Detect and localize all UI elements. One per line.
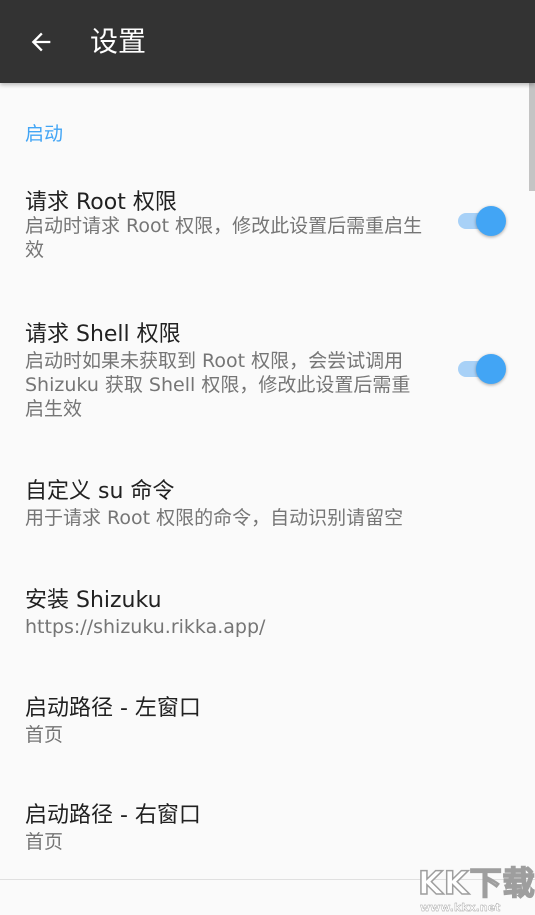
pref-summary: 启动时请求 Root 权限，修改此设置后需重启生效: [25, 215, 423, 261]
scrollbar[interactable]: [529, 83, 535, 191]
back-button[interactable]: [18, 20, 64, 64]
request-shell-switch[interactable]: [458, 354, 506, 384]
pref-start-path-left[interactable]: 启动路径 - 左窗口 首页: [0, 685, 535, 755]
watermark: KK下载 www.kkx.net: [412, 858, 535, 915]
arrow-left-icon: [31, 32, 51, 52]
page-title: 设置: [90, 25, 147, 58]
pref-summary: 用于请求 Root 权限的命令，自动识别请留空: [25, 507, 404, 529]
pref-summary: 启动时如果未获取到 Root 权限，会尝试调用 Shizuku 获取 Shell…: [25, 350, 411, 420]
pref-request-shell[interactable]: 请求 Shell 权限 启动时如果未获取到 Root 权限，会尝试调用 Shiz…: [0, 311, 535, 431]
pref-title: 请求 Shell 权限: [25, 322, 181, 347]
pref-title: 请求 Root 权限: [25, 190, 177, 215]
watermark-url: www.kkx.net: [420, 901, 501, 914]
pref-start-path-right[interactable]: 启动路径 - 右窗口 首页: [0, 792, 535, 862]
pref-title: 安装 Shizuku: [25, 588, 162, 613]
pref-title: 启动路径 - 右窗口: [25, 803, 201, 828]
toolbar: 设置: [0, 0, 535, 83]
pref-title: 自定义 su 命令: [25, 479, 175, 504]
request-root-switch[interactable]: [458, 206, 506, 236]
switch-thumb: [476, 354, 506, 384]
settings-list[interactable]: 启动 请求 Root 权限 启动时请求 Root 权限，修改此设置后需重启生效 …: [0, 83, 535, 915]
pref-title: 启动路径 - 左窗口: [25, 696, 201, 721]
pref-summary: 首页: [25, 724, 64, 746]
pref-summary: https://shizuku.rikka.app/: [25, 616, 266, 638]
switch-thumb: [476, 206, 506, 236]
category-header-startup: 启动: [25, 123, 64, 145]
settings-screen: 设置 启动 请求 Root 权限 启动时请求 Root 权限，修改此设置后需重启…: [0, 0, 535, 915]
pref-custom-su[interactable]: 自定义 su 命令 用于请求 Root 权限的命令，自动识别请留空: [0, 468, 535, 538]
watermark-logo: KK下载: [417, 863, 535, 903]
pref-install-shizuku[interactable]: 安装 Shizuku https://shizuku.rikka.app/: [0, 577, 535, 647]
pref-request-root[interactable]: 请求 Root 权限 启动时请求 Root 权限，修改此设置后需重启生效: [0, 179, 535, 279]
pref-summary: 首页: [25, 831, 64, 853]
